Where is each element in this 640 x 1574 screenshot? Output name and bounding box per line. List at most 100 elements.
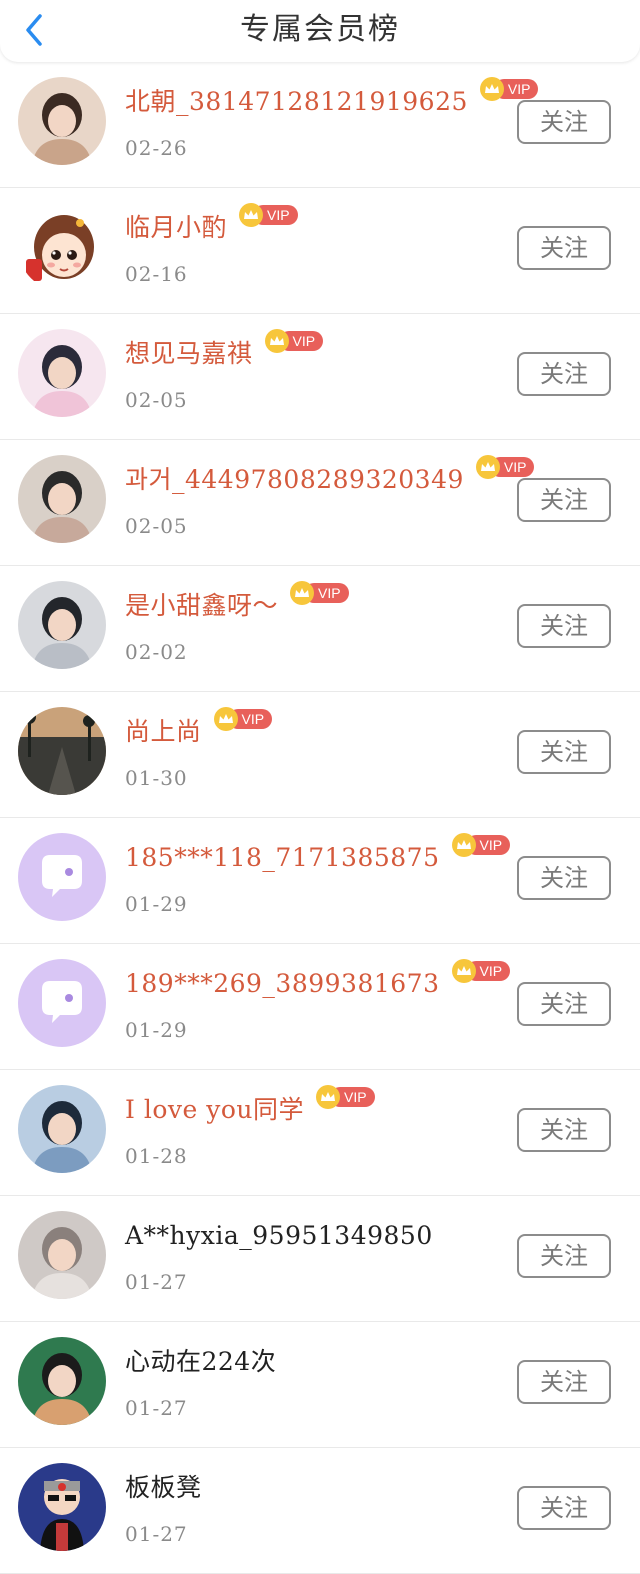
member-name[interactable]: 과거_44497808289320349 [125, 462, 464, 498]
member-row-12[interactable]: 板板凳 01-27 关注 [0, 1448, 640, 1574]
join-date: 01-27 [125, 1396, 188, 1420]
user-photo-icon [18, 1085, 106, 1173]
follow-button[interactable]: 关注 [517, 1486, 611, 1530]
member-name[interactable]: 185***118_7171385875 [125, 840, 440, 876]
member-name[interactable]: 是小甜鑫呀～ [125, 588, 278, 624]
member-name[interactable]: 心动在224次 [125, 1344, 276, 1380]
follow-button[interactable]: 关注 [517, 856, 611, 900]
member-name[interactable]: 临月小酌 [125, 210, 227, 246]
vip-badge: VIP [475, 455, 535, 479]
crown-icon [239, 203, 264, 227]
user-photo-icon [18, 581, 106, 669]
name-line: 临月小酌 VIP [125, 203, 298, 246]
vip-badge: VIP [479, 77, 539, 101]
name-line: 想见马嘉祺 VIP [125, 329, 324, 372]
crown-icon [475, 455, 500, 479]
vip-badge: VIP [451, 833, 511, 857]
follow-button[interactable]: 关注 [517, 982, 611, 1026]
member-row-5[interactable]: 是小甜鑫呀～ VIP 02-02 关注 [0, 566, 640, 692]
name-line: 是小甜鑫呀～ VIP [125, 581, 349, 624]
member-name[interactable]: 北朝_38147128121919625 [125, 84, 468, 120]
member-list: 北朝_38147128121919625 VIP 02-26 关注 临月小酌 V… [0, 62, 640, 1574]
join-date: 02-16 [125, 262, 188, 286]
chat-bubble-icon [18, 833, 106, 921]
crown-icon [451, 959, 476, 983]
avatar[interactable] [18, 833, 106, 921]
name-line: 尚上尚 VIP [125, 707, 273, 750]
avatar[interactable] [18, 1211, 106, 1299]
member-row-8[interactable]: 189***269_3899381673 VIP 01-29 关注 [0, 944, 640, 1070]
user-photo-icon [18, 455, 106, 543]
vip-badge: VIP [451, 959, 511, 983]
member-row-1[interactable]: 北朝_38147128121919625 VIP 02-26 关注 [0, 62, 640, 188]
member-row-3[interactable]: 想见马嘉祺 VIP 02-05 关注 [0, 314, 640, 440]
avatar[interactable] [18, 707, 106, 795]
avatar[interactable] [18, 959, 106, 1047]
join-date: 01-29 [125, 1018, 188, 1042]
cartoon-girl-icon [18, 203, 106, 291]
avatar[interactable] [18, 455, 106, 543]
follow-button[interactable]: 关注 [517, 1108, 611, 1152]
avatar[interactable] [18, 1085, 106, 1173]
name-line: I love you同学 VIP [125, 1085, 375, 1128]
join-date: 02-05 [125, 388, 188, 412]
follow-button[interactable]: 关注 [517, 226, 611, 270]
member-name[interactable]: I love you同学 [125, 1092, 304, 1128]
crown-icon [290, 581, 315, 605]
member-name[interactable]: A**hyxia_95951349850 [125, 1218, 433, 1254]
landscape-icon [18, 707, 106, 795]
follow-button[interactable]: 关注 [517, 730, 611, 774]
member-row-9[interactable]: I love you同学 VIP 01-28 关注 [0, 1070, 640, 1196]
follow-button[interactable]: 关注 [517, 1234, 611, 1278]
join-date: 01-28 [125, 1144, 188, 1168]
name-line: 板板凳 [125, 1470, 202, 1506]
user-photo-icon [18, 329, 106, 417]
follow-button[interactable]: 关注 [517, 1360, 611, 1404]
member-row-7[interactable]: 185***118_7171385875 VIP 01-29 关注 [0, 818, 640, 944]
join-date: 02-02 [125, 640, 188, 664]
member-name[interactable]: 189***269_3899381673 [125, 966, 440, 1002]
join-date: 01-27 [125, 1522, 188, 1546]
crown-icon [451, 833, 476, 857]
vip-badge: VIP [316, 1085, 375, 1109]
user-photo-icon [18, 1211, 106, 1299]
name-line: A**hyxia_95951349850 [125, 1218, 433, 1254]
join-date: 02-05 [125, 514, 188, 538]
member-name[interactable]: 尚上尚 [125, 714, 202, 750]
user-photo-icon [18, 1337, 106, 1425]
vip-badge: VIP [213, 707, 273, 731]
follow-button[interactable]: 关注 [517, 352, 611, 396]
crown-icon [479, 77, 504, 101]
name-line: 北朝_38147128121919625 VIP [125, 77, 539, 120]
join-date: 01-27 [125, 1270, 188, 1294]
follow-button[interactable]: 关注 [517, 100, 611, 144]
follow-button[interactable]: 关注 [517, 604, 611, 648]
member-row-11[interactable]: 心动在224次 01-27 关注 [0, 1322, 640, 1448]
user-photo-icon [18, 77, 106, 165]
avatar[interactable] [18, 1337, 106, 1425]
member-name[interactable]: 想见马嘉祺 [125, 336, 253, 372]
member-row-4[interactable]: 과거_44497808289320349 VIP 02-05 关注 [0, 440, 640, 566]
name-line: 185***118_7171385875 VIP [125, 833, 511, 876]
crown-icon [316, 1085, 341, 1109]
join-date: 02-26 [125, 136, 188, 160]
avatar[interactable] [18, 329, 106, 417]
crown-icon [264, 329, 289, 353]
join-date: 01-30 [125, 766, 188, 790]
name-line: 心动在224次 [125, 1344, 276, 1380]
follow-button[interactable]: 关注 [517, 478, 611, 522]
avatar[interactable] [18, 203, 106, 291]
avatar[interactable] [18, 581, 106, 669]
vip-badge: VIP [239, 203, 298, 227]
member-row-2[interactable]: 临月小酌 VIP 02-16 关注 [0, 188, 640, 314]
member-row-6[interactable]: 尚上尚 VIP 01-30 关注 [0, 692, 640, 818]
member-name[interactable]: 板板凳 [125, 1470, 202, 1506]
chat-bubble-icon [18, 959, 106, 1047]
avatar[interactable] [18, 77, 106, 165]
cartoon-boy-icon [18, 1463, 106, 1551]
member-row-10[interactable]: A**hyxia_95951349850 01-27 关注 [0, 1196, 640, 1322]
vip-badge: VIP [264, 329, 324, 353]
page-title: 专属会员榜 [240, 12, 400, 47]
avatar[interactable] [18, 1463, 106, 1551]
crown-icon [213, 707, 238, 731]
